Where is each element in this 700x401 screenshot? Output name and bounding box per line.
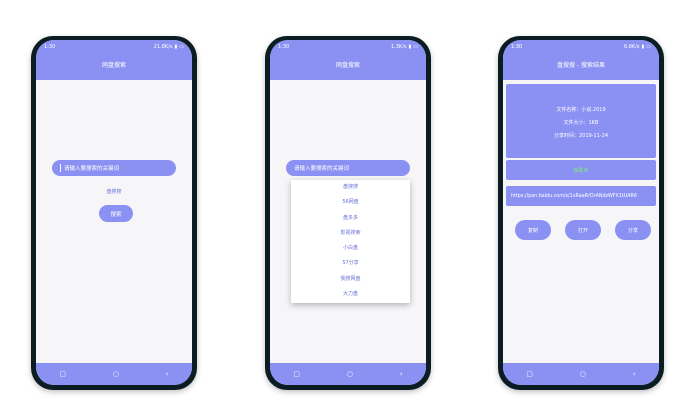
engine-selector[interactable]: 盘搜搜 bbox=[36, 188, 192, 195]
battery-icon: ▭ bbox=[646, 44, 651, 50]
recents-icon[interactable]: ▢ bbox=[526, 370, 533, 378]
share-time: 分享时间：2019-11-24 bbox=[553, 133, 609, 139]
network-speed: 1.3K/s bbox=[390, 44, 407, 50]
dropdown-item[interactable]: 大力盘 bbox=[291, 287, 410, 302]
phone-2: 1:30 1.3K/s ▮ ▭ 网盘搜索 请输入要搜索的关键词 盘搜搜 56网盘 盘… bbox=[265, 36, 431, 390]
search-placeholder: 请输入要搜索的关键词 bbox=[294, 166, 350, 172]
search-input[interactable]: 请输入要搜索的关键词 bbox=[52, 160, 176, 176]
battery-icon: ▭ bbox=[179, 44, 184, 50]
search-input[interactable]: 请输入要搜索的关键词 bbox=[286, 160, 410, 176]
share-button[interactable]: 分享 bbox=[615, 220, 651, 240]
screen-1: 1:30 21.8K/s ▮ ▭ 网盘搜索 请输入要搜索的关键词 盘搜搜 搜索 ▢ … bbox=[36, 40, 192, 385]
network-speed: 21.8K/s bbox=[153, 44, 173, 50]
signal-icon: ▮ bbox=[408, 44, 412, 50]
dropdown-item[interactable]: 盘多多 bbox=[291, 211, 410, 226]
status-time: 1:30 bbox=[44, 44, 56, 50]
network-speed: 6.8K/s bbox=[623, 44, 640, 50]
page-title: 网盘搜索 bbox=[101, 62, 126, 69]
signal-icon: ▮ bbox=[641, 44, 645, 50]
fetch-status: 获取中 bbox=[506, 160, 656, 180]
nav-bar: ▢ ○ ‹ bbox=[270, 363, 426, 385]
screen-3: 1:30 6.8K/s ▮ ▭ 盘搜搜 - 搜索结果 文件名称：小说.2019 文件… bbox=[503, 40, 659, 385]
app-bar: 1:30 1.3K/s ▮ ▭ 网盘搜索 bbox=[270, 40, 426, 80]
status-time: 1:30 bbox=[511, 44, 523, 50]
back-icon[interactable]: ‹ bbox=[400, 370, 403, 378]
app-bar: 1:30 21.8K/s ▮ ▭ 网盘搜索 bbox=[36, 40, 192, 80]
status-bar: 1:30 21.8K/s ▮ ▭ bbox=[44, 43, 184, 51]
dropdown-item[interactable]: 56网盘 bbox=[291, 195, 410, 210]
nav-bar: ▢ ○ ‹ bbox=[36, 363, 192, 385]
phone-1: 1:30 21.8K/s ▮ ▭ 网盘搜索 请输入要搜索的关键词 盘搜搜 搜索 ▢ … bbox=[31, 36, 197, 390]
signal-icon: ▮ bbox=[174, 44, 178, 50]
app-bar: 1:30 6.8K/s ▮ ▭ 盘搜搜 - 搜索结果 bbox=[503, 40, 659, 80]
file-name: 文件名称：小说.2019 bbox=[556, 107, 606, 113]
engine-dropdown: 盘搜搜 56网盘 盘多多 影视搜索 小白盘 57分享 我搜网盘 大力盘 bbox=[291, 180, 410, 303]
dropdown-item[interactable]: 小白盘 bbox=[291, 241, 410, 256]
page-title: 网盘搜索 bbox=[335, 62, 360, 69]
nav-bar: ▢ ○ ‹ bbox=[503, 363, 659, 385]
copy-button[interactable]: 复制 bbox=[515, 220, 551, 240]
recents-icon[interactable]: ▢ bbox=[293, 370, 300, 378]
text-cursor bbox=[60, 164, 61, 172]
search-placeholder: 请输入要搜索的关键词 bbox=[64, 166, 120, 172]
dropdown-item[interactable]: 57分享 bbox=[291, 256, 410, 271]
result-url[interactable]: https://pan.baidu.com/s/1xRaaRrDrANdzWFX… bbox=[506, 186, 656, 206]
dropdown-item[interactable]: 盘搜搜 bbox=[291, 180, 410, 195]
home-icon[interactable]: ○ bbox=[113, 370, 119, 378]
back-icon[interactable]: ‹ bbox=[166, 370, 169, 378]
page-title: 盘搜搜 - 搜索结果 bbox=[557, 62, 605, 69]
home-icon[interactable]: ○ bbox=[347, 370, 353, 378]
home-icon[interactable]: ○ bbox=[580, 370, 586, 378]
status-bar: 1:30 1.3K/s ▮ ▭ bbox=[278, 43, 418, 51]
search-button[interactable]: 搜索 bbox=[99, 205, 133, 222]
dropdown-item[interactable]: 影视搜索 bbox=[291, 226, 410, 241]
status-time: 1:30 bbox=[278, 44, 290, 50]
screen-2: 1:30 1.3K/s ▮ ▭ 网盘搜索 请输入要搜索的关键词 盘搜搜 56网盘 盘… bbox=[270, 40, 426, 385]
file-info-card: 文件名称：小说.2019 文件大小：1KB 分享时间：2019-11-24 bbox=[506, 84, 656, 158]
dropdown-item[interactable]: 我搜网盘 bbox=[291, 272, 410, 287]
phone-3: 1:30 6.8K/s ▮ ▭ 盘搜搜 - 搜索结果 文件名称：小说.2019 文件… bbox=[498, 36, 664, 390]
file-size: 文件大小：1KB bbox=[563, 120, 599, 126]
back-icon[interactable]: ‹ bbox=[633, 370, 636, 378]
status-bar: 1:30 6.8K/s ▮ ▭ bbox=[511, 43, 651, 51]
open-button[interactable]: 打开 bbox=[565, 220, 601, 240]
recents-icon[interactable]: ▢ bbox=[59, 370, 66, 378]
battery-icon: ▭ bbox=[413, 44, 418, 50]
